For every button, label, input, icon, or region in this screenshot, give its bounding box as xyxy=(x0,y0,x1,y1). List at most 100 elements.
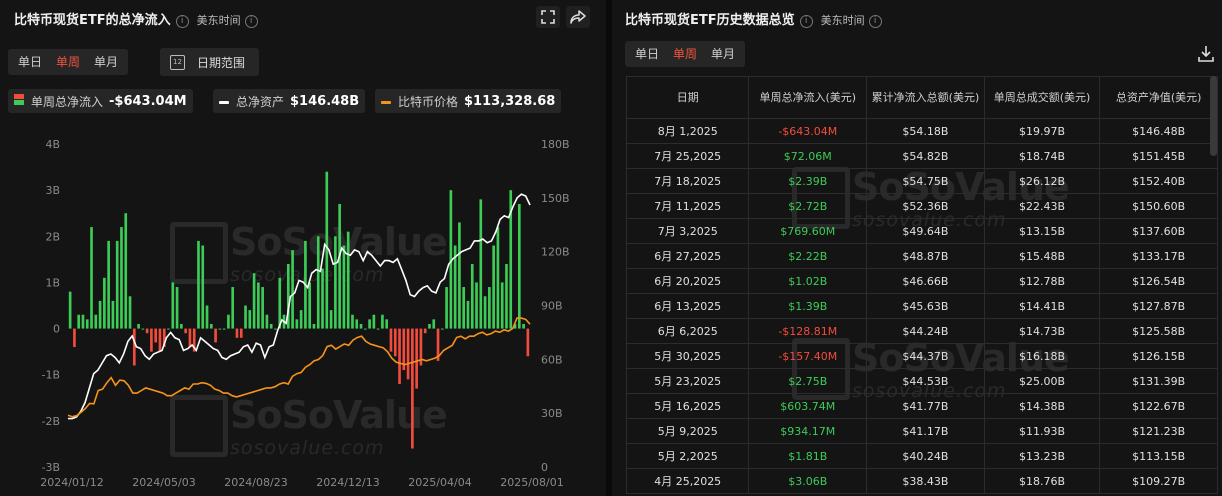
inflow-bar[interactable] xyxy=(90,227,93,329)
inflow-bar[interactable] xyxy=(346,231,350,329)
inflow-bar[interactable] xyxy=(291,250,294,329)
inflow-bar[interactable] xyxy=(496,227,500,329)
inflow-bar[interactable] xyxy=(411,328,414,449)
inflow-chart[interactable]: 4B 3B 2B 1B 0 -1B -2B -3B 180B 150B 120B 90B 60B 30B… xyxy=(0,130,606,496)
inflow-bar[interactable] xyxy=(128,296,132,329)
share-icon[interactable] xyxy=(566,6,590,28)
inflow-bar[interactable] xyxy=(316,236,320,329)
inflow-bar[interactable] xyxy=(517,203,521,329)
inflow-bar[interactable] xyxy=(274,328,277,330)
inflow-bar[interactable] xyxy=(184,328,187,334)
inflow-bar[interactable] xyxy=(479,199,483,329)
col-cumulative-inflow[interactable]: 累计净流入总额(美元) xyxy=(866,76,985,119)
inflow-bar[interactable] xyxy=(423,328,427,334)
inflow-bar[interactable] xyxy=(355,319,359,329)
info-icon[interactable]: i xyxy=(244,15,258,28)
inflow-bar[interactable] xyxy=(325,171,329,329)
history-table-container[interactable]: 日期 单周总净流入(美元) 累计净流入总额(美元) 单周总成交额(美元) 总资产… xyxy=(626,76,1218,496)
tab-weekly[interactable]: 单周 xyxy=(49,49,87,75)
inflow-bar[interactable] xyxy=(466,300,470,329)
col-net-assets[interactable]: 总资产净值(美元) xyxy=(1099,76,1218,119)
inflow-bar[interactable] xyxy=(261,287,264,329)
inflow-bar[interactable] xyxy=(68,291,72,329)
inflow-bar[interactable] xyxy=(359,323,363,329)
download-icon[interactable] xyxy=(1196,44,1216,64)
inflow-bar[interactable] xyxy=(235,328,239,338)
inflow-bar[interactable] xyxy=(141,328,145,330)
inflow-bar[interactable] xyxy=(252,273,256,329)
inflow-bar[interactable] xyxy=(77,314,81,329)
inflow-bar[interactable] xyxy=(393,328,397,357)
col-date[interactable]: 日期 xyxy=(626,76,750,119)
inflow-bar[interactable] xyxy=(385,319,389,329)
date-range-button[interactable]: 12 日期范围 xyxy=(160,48,260,76)
inflow-bar[interactable] xyxy=(85,319,89,329)
inflow-bar[interactable] xyxy=(115,240,119,329)
inflow-bar[interactable] xyxy=(81,314,85,329)
inflow-bar[interactable] xyxy=(295,319,299,329)
inflow-bar[interactable] xyxy=(227,314,230,329)
inflow-bar[interactable] xyxy=(124,213,128,329)
inflow-bar[interactable] xyxy=(500,282,504,329)
inflow-bar[interactable] xyxy=(475,282,478,329)
fullscreen-icon[interactable] xyxy=(536,6,560,28)
col-weekly-inflow[interactable]: 单周总净流入(美元) xyxy=(748,76,868,119)
inflow-bar[interactable] xyxy=(334,236,337,329)
inflow-bar[interactable] xyxy=(338,203,341,329)
inflow-bar[interactable] xyxy=(209,323,213,329)
inflow-bar[interactable] xyxy=(470,263,474,329)
inflow-bar[interactable] xyxy=(269,323,273,329)
inflow-bar[interactable] xyxy=(103,277,106,329)
inflow-bar[interactable] xyxy=(398,328,401,384)
inflow-bar[interactable] xyxy=(440,328,444,330)
inflow-bar[interactable] xyxy=(372,314,376,329)
inflow-bar[interactable] xyxy=(389,328,393,352)
inflow-bar[interactable] xyxy=(150,328,153,352)
inflow-bar[interactable] xyxy=(428,323,431,329)
inflow-bar[interactable] xyxy=(231,287,235,329)
inflow-bar[interactable] xyxy=(257,282,260,329)
info-icon[interactable]: i xyxy=(868,15,882,28)
inflow-bar[interactable] xyxy=(445,287,448,329)
inflow-bar[interactable] xyxy=(73,328,76,348)
inflow-bar[interactable] xyxy=(492,245,495,329)
tab-daily[interactable]: 单日 xyxy=(628,41,666,67)
inflow-bar[interactable] xyxy=(312,323,316,329)
inflow-bar[interactable] xyxy=(167,328,170,330)
inflow-bar[interactable] xyxy=(94,314,98,329)
tab-monthly[interactable]: 单月 xyxy=(87,49,125,75)
inflow-bar[interactable] xyxy=(505,263,508,329)
inflow-bar[interactable] xyxy=(98,300,102,329)
col-weekly-volume[interactable]: 单周总成交额(美元) xyxy=(983,76,1101,119)
inflow-bar[interactable] xyxy=(171,282,175,329)
legend-net-inflow[interactable]: 单周总净流入 -$643.04M xyxy=(8,89,193,113)
inflow-bar[interactable] xyxy=(175,287,179,329)
inflow-bar[interactable] xyxy=(368,319,371,329)
inflow-bar[interactable] xyxy=(205,305,209,329)
inflow-bar[interactable] xyxy=(299,310,303,329)
inflow-bar[interactable] xyxy=(201,245,205,329)
inflow-bar[interactable] xyxy=(158,328,162,352)
inflow-bar[interactable] xyxy=(214,328,217,343)
inflow-bar[interactable] xyxy=(218,328,222,330)
inflow-bar[interactable] xyxy=(462,287,466,329)
info-icon[interactable]: i xyxy=(175,15,189,28)
inflow-bar[interactable] xyxy=(154,328,158,343)
inflow-bar[interactable] xyxy=(483,296,487,329)
table-scrollbar[interactable] xyxy=(1210,76,1217,156)
legend-net-assets[interactable]: 总净资产 $146.48B xyxy=(213,89,366,113)
inflow-bar[interactable] xyxy=(145,328,149,334)
inflow-bar[interactable] xyxy=(363,328,367,330)
inflow-bar[interactable] xyxy=(111,300,115,329)
inflow-bar[interactable] xyxy=(432,319,436,329)
inflow-bar[interactable] xyxy=(132,328,136,366)
inflow-bar[interactable] xyxy=(107,240,110,329)
inflow-bar[interactable] xyxy=(120,227,123,329)
inflow-bar[interactable] xyxy=(308,282,312,329)
inflow-bar[interactable] xyxy=(239,328,243,338)
inflow-bar[interactable] xyxy=(415,328,418,389)
inflow-bar[interactable] xyxy=(197,240,200,329)
inflow-bar[interactable] xyxy=(342,245,346,329)
inflow-bar[interactable] xyxy=(137,323,140,329)
tab-daily[interactable]: 单日 xyxy=(11,49,49,75)
